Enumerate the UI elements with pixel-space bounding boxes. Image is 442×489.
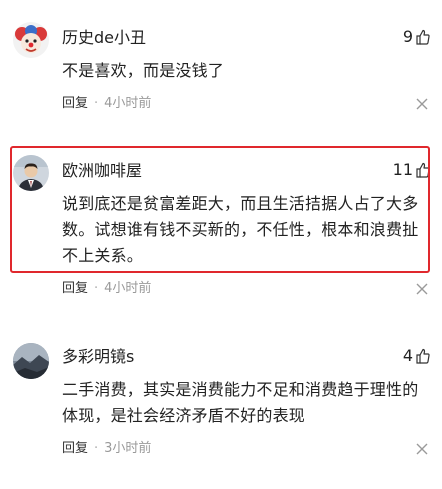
close-icon[interactable] xyxy=(416,443,428,455)
avatar[interactable] xyxy=(13,22,49,58)
timestamp: 3小时前 xyxy=(104,441,152,456)
avatar[interactable] xyxy=(13,155,49,191)
comment-text: 不是喜欢，而是没钱了 xyxy=(62,61,225,80)
like-count: 4 xyxy=(402,346,413,365)
timestamp: 4小时前 xyxy=(104,96,152,111)
username[interactable]: 欧洲咖啡屋 xyxy=(62,161,142,181)
thumbs-up-icon xyxy=(416,162,430,178)
separator: · xyxy=(94,441,99,456)
comment-meta: 回复 · 3小时前 xyxy=(62,440,151,458)
thumbs-up-icon xyxy=(416,348,430,364)
reply-button[interactable]: 回复 xyxy=(62,95,88,113)
like-button[interactable]: 11 xyxy=(393,160,430,180)
comment-meta: 回复 · 4小时前 xyxy=(62,95,151,113)
comment-item: 历史de小丑 9 不是喜欢，而是没钱了 回复 · 4小时前 xyxy=(0,0,442,125)
like-count: 9 xyxy=(402,27,413,46)
like-button[interactable]: 9 xyxy=(403,27,430,47)
timestamp: 4小时前 xyxy=(104,281,152,296)
separator: · xyxy=(94,281,99,296)
thumbs-up-icon xyxy=(416,29,430,45)
reply-button[interactable]: 回复 xyxy=(62,280,88,298)
username[interactable]: 历史de小丑 xyxy=(62,28,146,48)
separator: · xyxy=(94,96,99,111)
like-button[interactable]: 4 xyxy=(403,346,430,366)
comment-item: 欧洲咖啡屋 11 说到底还是贫富差距大，而且生活拮据人占了大多数。试想谁有钱不买… xyxy=(0,125,442,305)
avatar[interactable] xyxy=(13,343,49,379)
comment-meta: 回复 · 4小时前 xyxy=(62,280,151,298)
username[interactable]: 多彩明镜s xyxy=(62,347,134,367)
comment-item: 多彩明镜s 4 二手消费，其实是消费能力不足和消费趋于理性的体现，是社会经济矛盾… xyxy=(0,305,442,489)
comment-text: 二手消费，其实是消费能力不足和消费趋于理性的体现，是社会经济矛盾不好的表现 xyxy=(62,380,419,425)
comment-text: 说到底还是贫富差距大，而且生活拮据人占了大多数。试想谁有钱不买新的，不任性，根本… xyxy=(62,194,419,265)
like-count: 11 xyxy=(392,160,413,179)
reply-button[interactable]: 回复 xyxy=(62,440,88,458)
close-icon[interactable] xyxy=(416,283,428,295)
close-icon[interactable] xyxy=(416,98,428,110)
